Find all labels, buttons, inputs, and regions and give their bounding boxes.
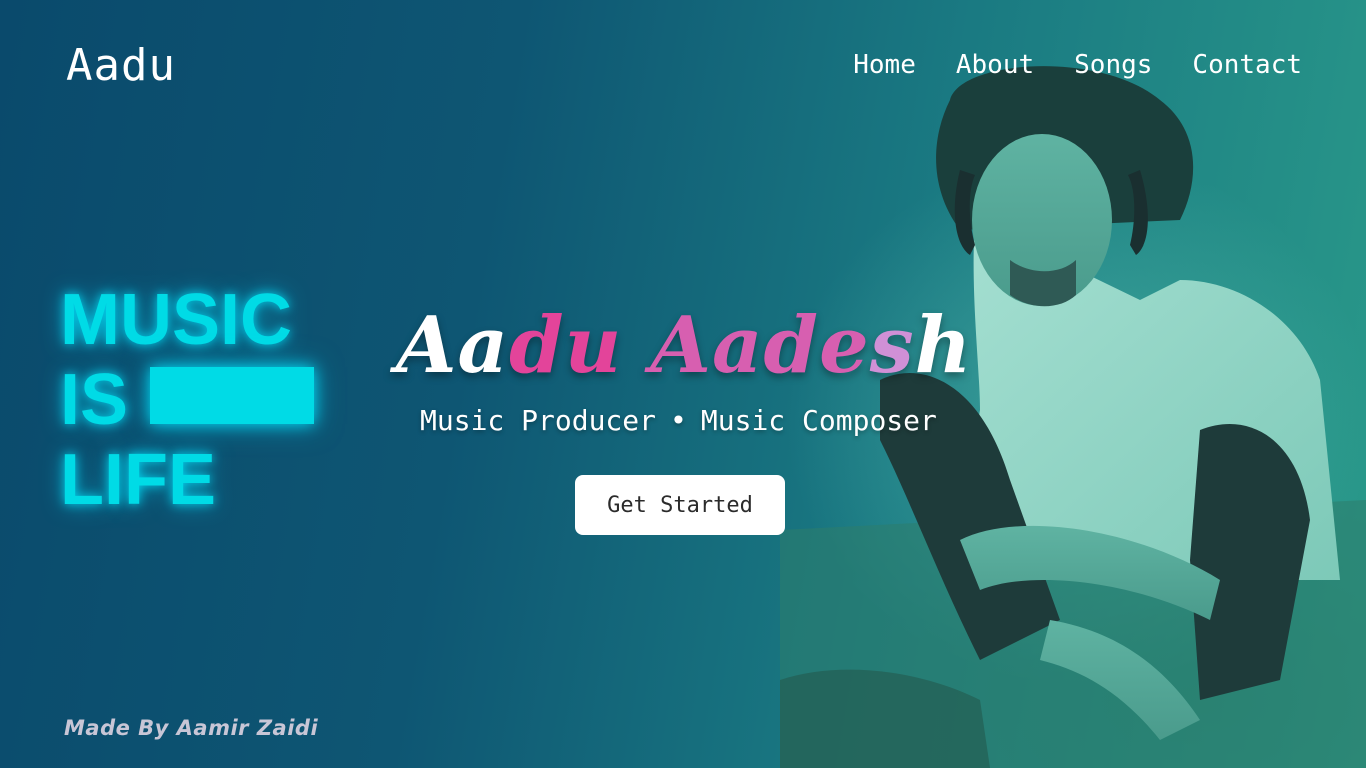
nav-home[interactable]: Home <box>853 50 916 80</box>
subtitle-role-1: Music Producer <box>420 404 657 437</box>
neon-word-is: IS <box>60 360 129 440</box>
nav-contact[interactable]: Contact <box>1192 50 1302 80</box>
neon-line-music: MUSIC <box>60 280 292 360</box>
subtitle-separator: • <box>670 404 687 437</box>
hero-title: Aadu Aadesh <box>396 300 972 391</box>
subtitle-role-2: Music Composer <box>700 404 937 437</box>
title-segment-1: Aa <box>396 300 510 391</box>
title-segment-4: s <box>869 300 915 391</box>
title-segment-2: du <box>509 300 651 391</box>
neon-bar <box>150 367 314 424</box>
nav-about[interactable]: About <box>956 50 1034 80</box>
get-started-button[interactable]: Get Started <box>575 475 785 535</box>
neon-sign: MUSIC IS LIFE <box>60 280 320 520</box>
title-segment-3: Aade <box>650 300 870 391</box>
neon-line-life: LIFE <box>60 440 216 520</box>
main-nav: Home About Songs Contact <box>853 50 1302 80</box>
brand-logo[interactable]: Aadu <box>66 40 176 91</box>
title-segment-5: h <box>914 300 973 391</box>
footer-credit: Made By Aamir Zaidi <box>64 716 319 740</box>
neon-line-is: IS <box>60 360 320 440</box>
nav-songs[interactable]: Songs <box>1074 50 1152 80</box>
hero-subtitle: Music Producer • Music Composer <box>420 404 937 437</box>
